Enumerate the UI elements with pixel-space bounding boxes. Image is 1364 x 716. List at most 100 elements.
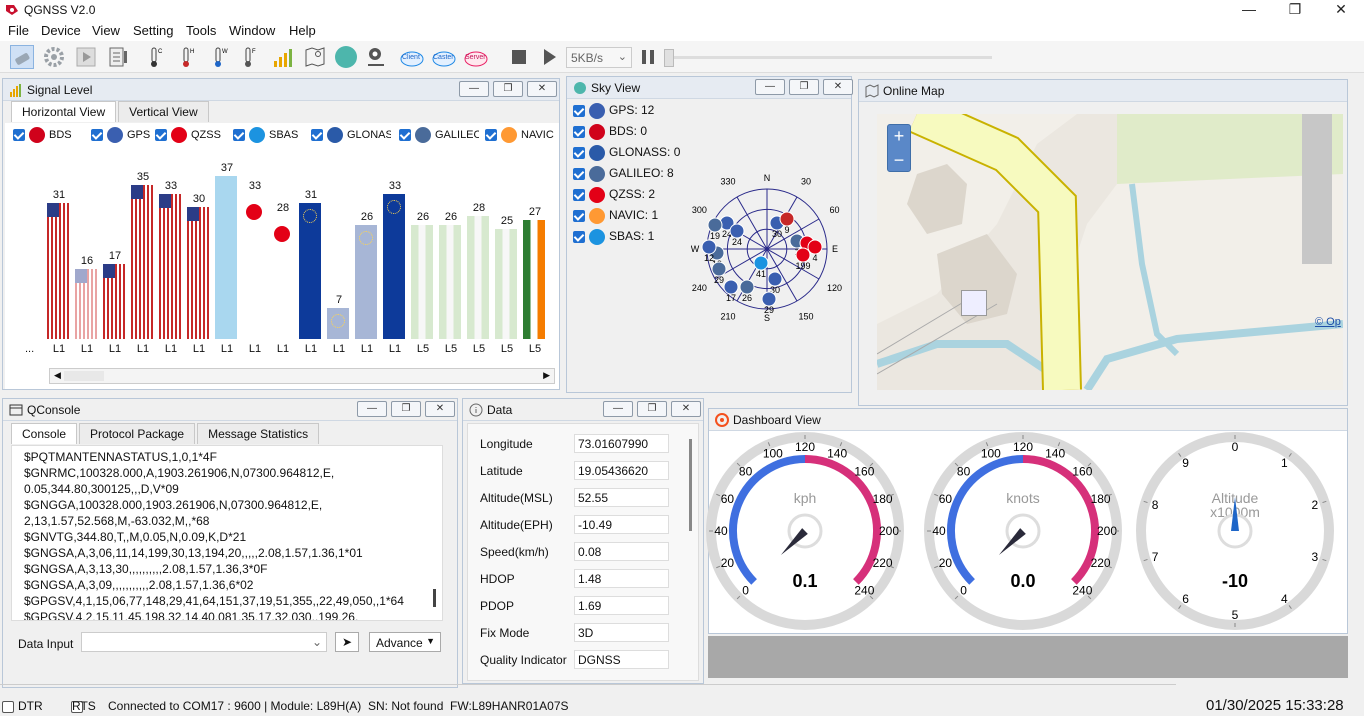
signal-level-button[interactable] — [272, 45, 296, 69]
slider-handle[interactable] — [664, 49, 674, 67]
menu-tools[interactable]: Tools — [186, 23, 216, 38]
sky-view-panel: Sky View — ❐ ✕ GPS: 12 BDS: 0 GLONASS: 0 GA… — [566, 76, 853, 393]
dtr-checkbox[interactable] — [2, 700, 14, 713]
sky-system-checkbox[interactable] — [573, 168, 585, 180]
console-output[interactable]: $PQTMANTENNASTATUS,1,0,1*4F $GNRMC,100328… — [11, 445, 443, 621]
tab-message-statistics[interactable]: Message Statistics — [197, 423, 320, 444]
tab-vertical-view[interactable]: Vertical View — [118, 101, 209, 122]
sky-system-item[interactable]: BDS: 0 — [573, 124, 647, 140]
globe-button[interactable] — [334, 45, 358, 69]
stop-button[interactable] — [507, 45, 531, 69]
map-button[interactable] — [303, 45, 327, 69]
sky-system-checkbox[interactable] — [573, 126, 585, 138]
playback-slider[interactable] — [664, 49, 992, 67]
sky-system-item[interactable]: QZSS: 2 — [573, 187, 655, 203]
data-field-label: PDOP — [480, 599, 515, 613]
minimize-button[interactable]: — — [1226, 0, 1272, 20]
advance-button[interactable]: Advance ▼ — [369, 632, 441, 652]
data-scrollbar-thumb[interactable] — [689, 439, 692, 531]
thermo-h-button[interactable]: H — [174, 45, 198, 69]
thermo-f-button[interactable]: F — [236, 45, 260, 69]
connect-button[interactable] — [10, 45, 34, 69]
sky-system-item[interactable]: SBAS: 1 — [573, 229, 654, 245]
logbook-button[interactable] — [106, 45, 130, 69]
legend-checkbox[interactable] — [311, 129, 323, 141]
zoom-in-button[interactable]: + — [888, 125, 910, 148]
sky-system-checkbox[interactable] — [573, 231, 585, 243]
data-input-field[interactable]: ⌄ — [81, 632, 327, 652]
scrollbar-thumb[interactable] — [64, 371, 104, 381]
panel-close-button[interactable]: ✕ — [823, 79, 853, 95]
menu-view[interactable]: View — [92, 23, 120, 38]
panel-restore-button[interactable]: ❐ — [391, 401, 421, 417]
panel-minimize-button[interactable]: — — [459, 81, 489, 97]
tab-horizontal-view[interactable]: Horizontal View — [11, 101, 117, 122]
legend-item-gps[interactable]: GPS — [91, 127, 150, 143]
gauge-unit: knots — [1006, 490, 1039, 506]
legend-checkbox[interactable] — [13, 129, 25, 141]
signal-bar — [187, 207, 209, 339]
settings-button[interactable] — [42, 45, 66, 69]
scroll-right-icon[interactable]: ▶ — [543, 370, 550, 381]
signal-bar-label: L1 — [108, 343, 122, 355]
sky-system-checkbox[interactable] — [573, 105, 585, 117]
ntrip-caster-button[interactable]: Caster — [432, 45, 456, 69]
thermo-f-icon: F — [245, 47, 256, 67]
zoom-out-button[interactable]: − — [888, 149, 910, 172]
sky-system-checkbox[interactable] — [573, 147, 585, 159]
map-canvas[interactable]: + − © Op — [877, 114, 1343, 390]
panel-restore-button[interactable]: ❐ — [637, 401, 667, 417]
sky-system-item[interactable]: NAVIC: 1 — [573, 208, 658, 224]
signal-bar-value: 28 — [276, 201, 290, 214]
ntrip-client-button[interactable]: Client — [400, 45, 424, 69]
run-button[interactable] — [537, 45, 561, 69]
legend-item-navic[interactable]: NAVIC — [485, 127, 554, 143]
map-attribution[interactable]: © Op — [1315, 316, 1341, 328]
menu-window[interactable]: Window — [229, 23, 275, 38]
menu-device[interactable]: Device — [41, 23, 81, 38]
location-button[interactable] — [364, 45, 388, 69]
sky-system-label: SBAS: 1 — [609, 229, 655, 244]
panel-restore-button[interactable]: ❐ — [493, 81, 523, 97]
sky-system-item[interactable]: GALILEO: 8 — [573, 166, 674, 182]
panel-minimize-button[interactable]: — — [755, 79, 785, 95]
sky-system-checkbox[interactable] — [573, 210, 585, 222]
baud-rate-select[interactable]: 5KB/s ⌄ — [566, 47, 632, 68]
pause-button[interactable] — [636, 45, 660, 69]
thermo-c-button[interactable]: C — [142, 45, 166, 69]
legend-item-sbas[interactable]: SBAS — [233, 127, 298, 143]
sky-system-checkbox[interactable] — [573, 189, 585, 201]
panel-minimize-button[interactable]: — — [603, 401, 633, 417]
legend-checkbox[interactable] — [399, 129, 411, 141]
ntrip-server-button[interactable]: Server — [464, 45, 488, 69]
play-button[interactable] — [74, 45, 98, 69]
tab-console[interactable]: Console — [11, 423, 78, 444]
panel-minimize-button[interactable]: — — [357, 401, 387, 417]
menu-file[interactable]: File — [8, 23, 29, 38]
panel-restore-button[interactable]: ❐ — [789, 79, 819, 95]
legend-item-galileo[interactable]: GALILEO — [399, 127, 479, 143]
tab-protocol-package[interactable]: Protocol Package — [79, 423, 196, 444]
legend-item-glonass[interactable]: GLONASS — [311, 127, 391, 143]
maximize-button[interactable]: ❐ — [1272, 0, 1318, 20]
panel-close-button[interactable]: ✕ — [527, 81, 557, 97]
legend-checkbox[interactable] — [485, 129, 497, 141]
legend-item-bds[interactable]: BDS — [13, 127, 72, 143]
legend-checkbox[interactable] — [91, 129, 103, 141]
sky-system-item[interactable]: GLONASS: 0 — [573, 145, 680, 161]
legend-checkbox[interactable] — [233, 129, 245, 141]
sky-system-item[interactable]: GPS: 12 — [573, 103, 654, 119]
legend-checkbox[interactable] — [155, 129, 167, 141]
panel-close-button[interactable]: ✕ — [671, 401, 701, 417]
legend-item-qzss[interactable]: QZSS — [155, 127, 221, 143]
horizontal-scrollbar[interactable]: ◀ ▶ — [49, 368, 555, 384]
scroll-left-icon[interactable]: ◀ — [54, 370, 61, 381]
panel-close-button[interactable]: ✕ — [425, 401, 455, 417]
thermo-w-button[interactable]: W — [206, 45, 230, 69]
console-scrollbar-thumb[interactable] — [433, 589, 436, 607]
menu-setting[interactable]: Setting — [133, 23, 173, 38]
signal-bar-value: 33 — [388, 179, 402, 192]
send-button[interactable]: ➤ — [335, 632, 359, 652]
close-button[interactable]: ✕ — [1318, 0, 1364, 20]
menu-help[interactable]: Help — [289, 23, 316, 38]
